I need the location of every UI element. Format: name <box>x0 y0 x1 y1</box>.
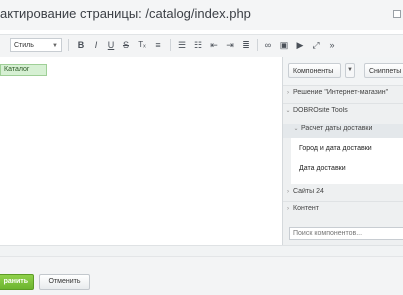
maximize-icon[interactable] <box>393 10 401 18</box>
ordered-list-icon[interactable]: ☰ <box>176 37 188 53</box>
italic-icon[interactable]: I <box>90 37 102 53</box>
align-left-icon[interactable]: ≡ <box>152 37 164 53</box>
chevron-right-icon: › <box>287 90 289 96</box>
tree-item-sites24[interactable]: › Сайты 24 <box>283 188 403 195</box>
status-bar <box>0 245 403 256</box>
toolbar-divider <box>68 39 69 51</box>
editor-area[interactable]: Каталог <box>0 57 282 245</box>
component-search-input[interactable] <box>289 227 403 240</box>
save-button[interactable]: ранить <box>0 274 34 290</box>
unordered-list-icon[interactable]: ☷ <box>192 37 204 53</box>
tree-item-content[interactable]: › Контент <box>283 205 403 212</box>
indent-right-icon[interactable]: ⇥ <box>224 37 236 53</box>
component-delivery-date[interactable]: Дата доставки <box>299 165 346 172</box>
tree-item-dobrosite[interactable]: ⌄ DOBROsite Tools <box>283 107 403 114</box>
style-select[interactable]: Стиль ▼ <box>10 38 62 52</box>
align-justify-icon[interactable]: ≣ <box>240 37 252 53</box>
clear-format-icon[interactable]: Tₓ <box>136 37 148 53</box>
tree-item-delivery-calc[interactable]: ⌄ Расчет даты доставки <box>291 125 403 132</box>
dialog-title: актирование страницы: /catalog/index.php <box>0 6 251 21</box>
style-select-value: Стиль <box>14 42 34 49</box>
chevron-down-icon[interactable]: ▼ <box>345 63 355 78</box>
fullscreen-icon[interactable]: ⤢ <box>310 37 322 53</box>
tab-components[interactable]: Компоненты <box>288 63 341 78</box>
dialog-titlebar: актирование страницы: /catalog/index.php <box>0 0 403 30</box>
tab-snippets[interactable]: Сниппеты <box>364 63 403 78</box>
cancel-button[interactable]: Отменить <box>39 274 90 290</box>
toolbar-divider <box>257 39 258 51</box>
divider <box>283 103 403 104</box>
indent-left-icon[interactable]: ⇤ <box>208 37 220 53</box>
chevron-down-icon: ⌄ <box>293 126 299 132</box>
chevron-down-icon: ⌄ <box>285 108 291 114</box>
video-icon[interactable]: ▶ <box>294 37 306 53</box>
link-icon[interactable]: ∞ <box>262 37 274 53</box>
dialog-footer: ранить Отменить <box>0 256 403 295</box>
more-icon[interactable]: » <box>326 37 338 53</box>
catalog-component-chip[interactable]: Каталог <box>0 64 47 76</box>
divider <box>283 201 403 202</box>
underline-icon[interactable]: U <box>105 37 117 53</box>
components-panel: Компоненты ▼ Сниппеты › Решение "Интернет… <box>282 57 403 245</box>
bold-icon[interactable]: B <box>75 37 87 53</box>
chevron-down-icon: ▼ <box>52 43 58 49</box>
editor-toolbar: Стиль ▼ B I U S Tₓ ≡ ☰ ☷ ⇤ ⇥ ≣ ∞ ▣ ▶ ⤢ » <box>0 34 403 58</box>
panel-tabs: Компоненты ▼ Сниппеты <box>283 57 403 86</box>
image-icon[interactable]: ▣ <box>278 37 290 53</box>
component-city-date[interactable]: Город и дата доставки <box>299 145 372 152</box>
strikethrough-icon[interactable]: S <box>120 37 132 53</box>
chevron-right-icon: › <box>287 189 289 195</box>
chevron-right-icon: › <box>287 206 289 212</box>
tree-item-solution[interactable]: › Решение "Интернет-магазин" <box>283 89 403 96</box>
toolbar-divider <box>170 39 171 51</box>
